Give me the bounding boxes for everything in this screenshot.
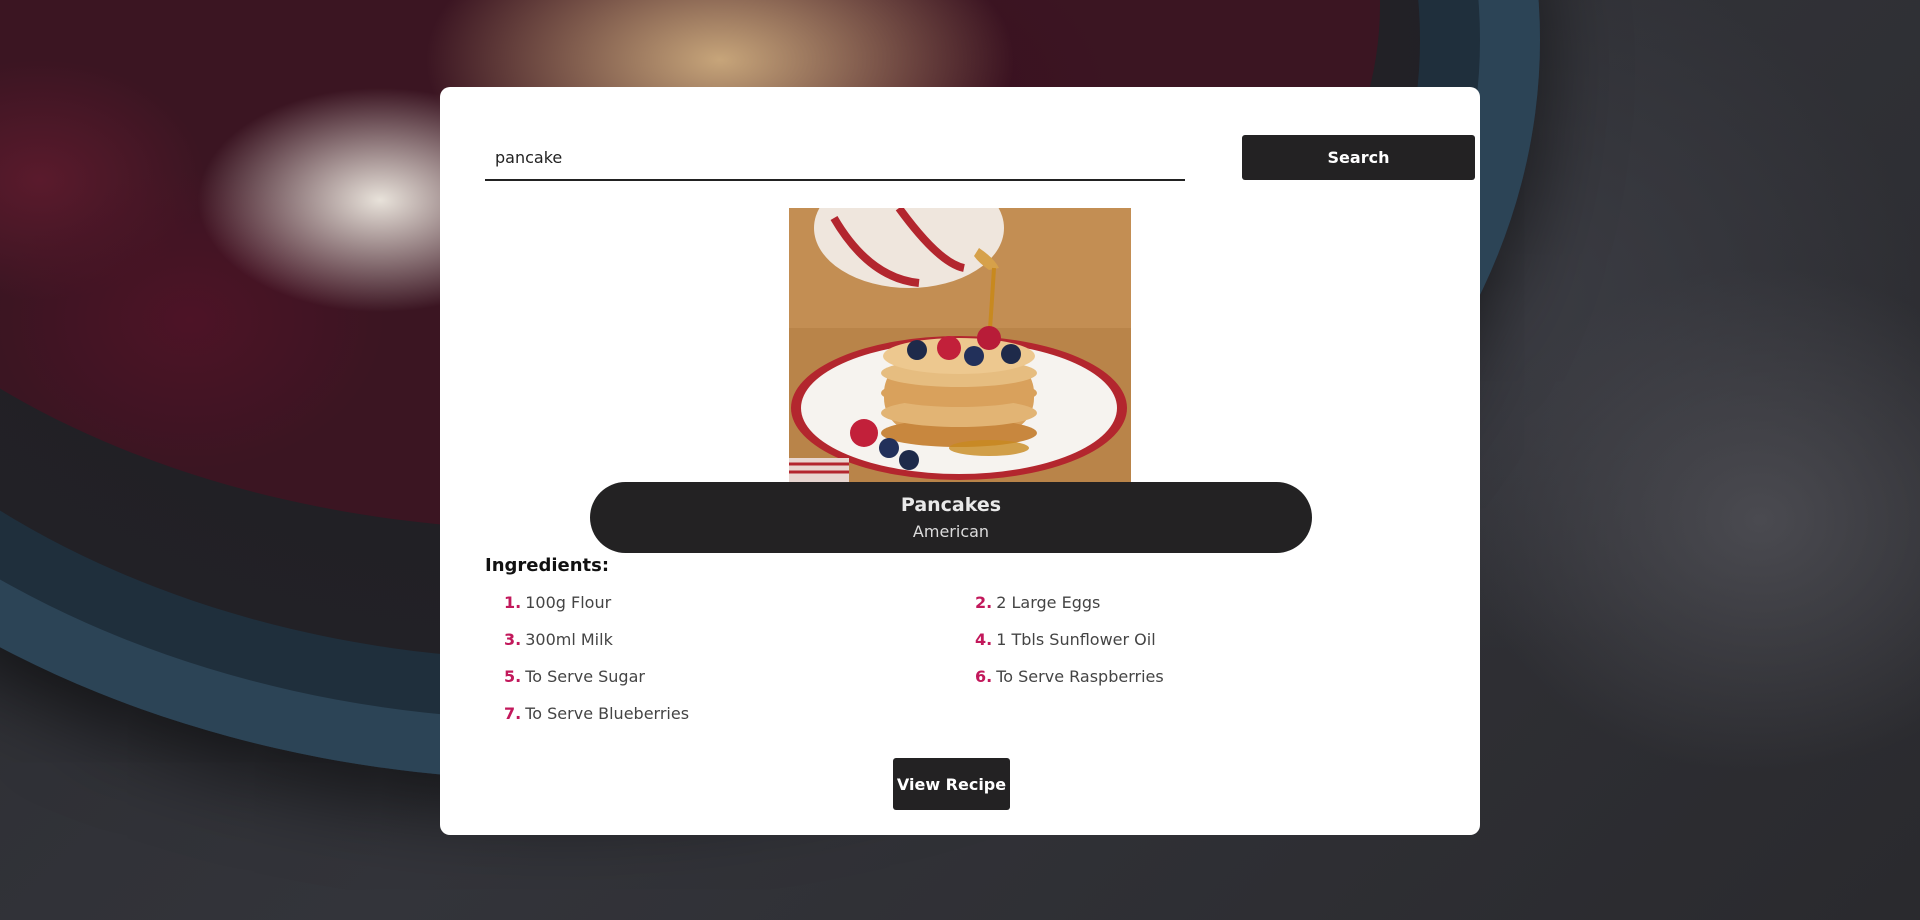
ingredient-text: 1 Tbls Sunflower Oil: [996, 630, 1156, 649]
recipe-image: [789, 208, 1131, 482]
pancakes-photo-icon: [789, 208, 1131, 482]
ingredient-number: 5.: [504, 667, 522, 686]
list-item: 5. To Serve Sugar: [504, 667, 975, 689]
ingredient-number: 3.: [504, 630, 522, 649]
ingredient-number: 7.: [504, 704, 522, 723]
recipe-card: Search: [440, 87, 1480, 835]
ingredient-text: 300ml Milk: [525, 630, 613, 649]
ingredients-list: 1. 100g Flour 2. 2 Large Eggs 3. 300ml Milk…: [504, 593, 1444, 726]
list-item: 3. 300ml Milk: [504, 630, 975, 652]
ingredient-number: 4.: [975, 630, 993, 649]
view-recipe-button[interactable]: View Recipe: [893, 758, 1010, 810]
ingredient-text: 2 Large Eggs: [996, 593, 1101, 612]
list-item: 6. To Serve Raspberries: [975, 667, 1445, 689]
ingredient-text: 100g Flour: [525, 593, 612, 612]
meal-title-pill: Pancakes American: [590, 482, 1312, 553]
search-input[interactable]: [485, 135, 1185, 181]
ingredient-number: 1.: [504, 593, 522, 612]
meal-name: Pancakes: [900, 494, 1002, 516]
ingredient-number: 6.: [975, 667, 993, 686]
search-button[interactable]: Search: [1242, 135, 1475, 180]
search-row: Search: [485, 135, 1475, 181]
ingredient-number: 2.: [975, 593, 993, 612]
meal-area: American: [912, 522, 990, 541]
ingredients-heading: Ingredients:: [485, 555, 610, 576]
list-item: 4. 1 Tbls Sunflower Oil: [975, 630, 1445, 652]
ingredient-text: To Serve Sugar: [525, 667, 645, 686]
list-item: 1. 100g Flour: [504, 593, 975, 615]
ingredient-text: To Serve Blueberries: [525, 704, 690, 723]
ingredient-text: To Serve Raspberries: [996, 667, 1164, 686]
list-item: 7. To Serve Blueberries: [504, 704, 975, 726]
list-item: 2. 2 Large Eggs: [975, 593, 1445, 615]
